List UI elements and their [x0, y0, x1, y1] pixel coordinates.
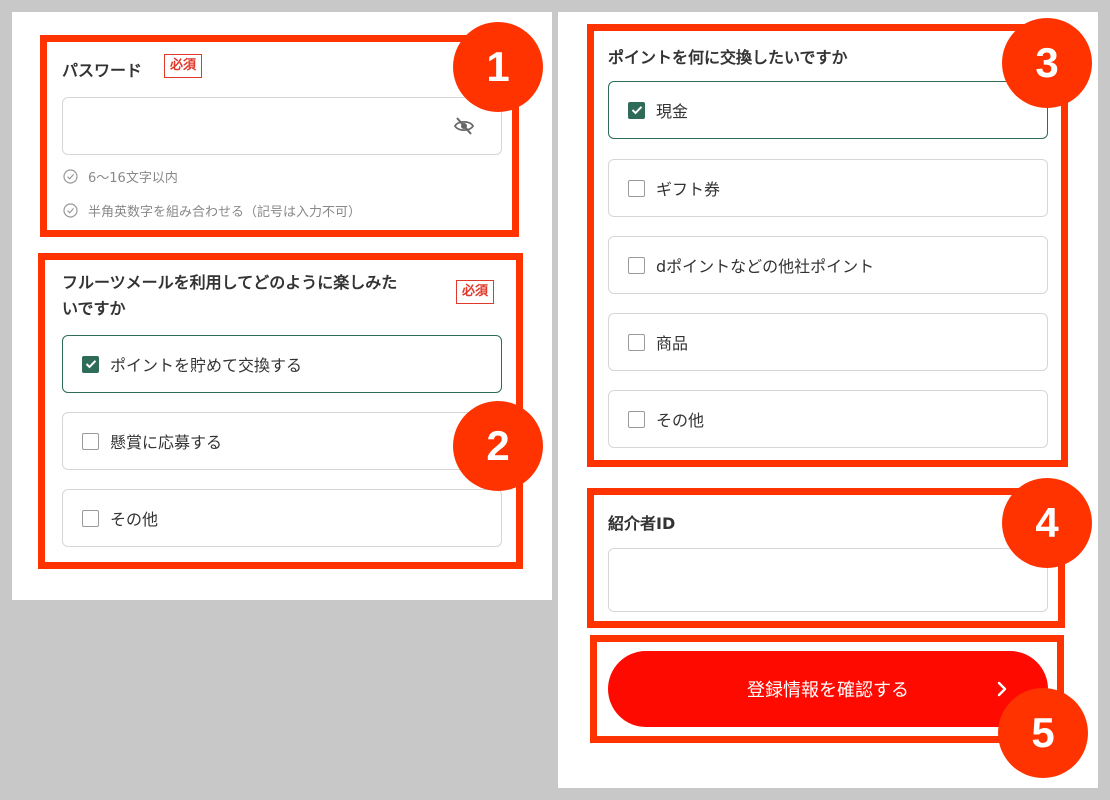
check-circle-icon — [63, 169, 78, 184]
checkbox-checked-icon[interactable] — [628, 101, 645, 119]
eye-off-icon[interactable] — [453, 116, 475, 136]
password-rule-length-text: 6〜16文字以内 — [88, 171, 178, 186]
exchange-option-giftcard-label: ギフト券 — [656, 180, 721, 199]
referrer-id-input[interactable] — [608, 548, 1048, 612]
annotation-badge-4: 4 — [1002, 478, 1092, 568]
exchange-option-cash-label: 現金 — [656, 102, 689, 121]
exchange-option-giftcard[interactable]: ギフト券 — [608, 159, 1048, 217]
exchange-option-goods-label: 商品 — [656, 334, 689, 353]
exchange-option-goods[interactable]: 商品 — [608, 313, 1048, 371]
usage-option-points-label: ポイントを貯めて交換する — [110, 356, 303, 375]
confirm-registration-button[interactable]: 登録情報を確認する — [608, 651, 1048, 727]
chevron-right-icon — [997, 681, 1007, 697]
exchange-label-row: ポイントを何に交換したいですか — [608, 44, 848, 68]
exchange-option-other-points[interactable]: dポイントなどの他社ポイント — [608, 236, 1048, 294]
annotation-badge-5: 5 — [998, 688, 1088, 778]
exchange-option-cash[interactable]: 現金 — [608, 81, 1048, 139]
usage-option-sweepstakes[interactable]: 懸賞に応募する — [62, 412, 502, 470]
checkbox-icon[interactable] — [82, 432, 99, 450]
confirm-registration-label: 登録情報を確認する — [747, 680, 909, 701]
usage-label: フルーツメールを利用してどのように楽しみた いですか — [62, 270, 447, 322]
checkbox-icon[interactable] — [628, 256, 645, 274]
exchange-option-other-points-label: dポイントなどの他社ポイント — [656, 257, 875, 276]
usage-required-badge: 必須 — [456, 280, 495, 304]
annotation-badge-2: 2 — [453, 401, 543, 491]
check-circle-icon — [63, 203, 78, 218]
usage-label-line-2: いですか — [62, 299, 126, 318]
referrer-label: 紹介者ID — [608, 514, 676, 533]
checkbox-icon[interactable] — [628, 333, 645, 351]
exchange-label: ポイントを何に交換したいですか — [608, 48, 848, 67]
password-input[interactable] — [62, 97, 502, 155]
exchange-option-other-label: その他 — [656, 411, 705, 430]
usage-label-line-1: フルーツメールを利用してどのように楽しみた — [62, 273, 398, 292]
annotation-badge-3: 3 — [1002, 18, 1092, 108]
password-rule-charset-text: 半角英数字を組み合わせる（記号は入力不可） — [88, 205, 362, 220]
password-rule-charset: 半角英数字を組み合わせる（記号は入力不可） — [63, 201, 361, 220]
exchange-option-other[interactable]: その他 — [608, 390, 1048, 448]
password-required-badge: 必須 — [164, 54, 203, 78]
usage-option-other[interactable]: その他 — [62, 489, 502, 547]
usage-option-sweepstakes-label: 懸賞に応募する — [110, 433, 223, 452]
referrer-label-row: 紹介者ID — [608, 510, 675, 534]
usage-option-points[interactable]: ポイントを貯めて交換する — [62, 335, 502, 393]
checkbox-checked-icon[interactable] — [82, 355, 99, 373]
password-label-row: パスワード — [62, 57, 142, 81]
checkbox-icon[interactable] — [82, 509, 99, 527]
usage-option-other-label: その他 — [110, 510, 159, 529]
checkbox-icon[interactable] — [628, 410, 645, 428]
password-rule-length: 6〜16文字以内 — [63, 167, 178, 186]
annotation-badge-1: 1 — [453, 22, 543, 112]
checkbox-icon[interactable] — [628, 179, 645, 197]
password-label: パスワード — [62, 61, 143, 80]
